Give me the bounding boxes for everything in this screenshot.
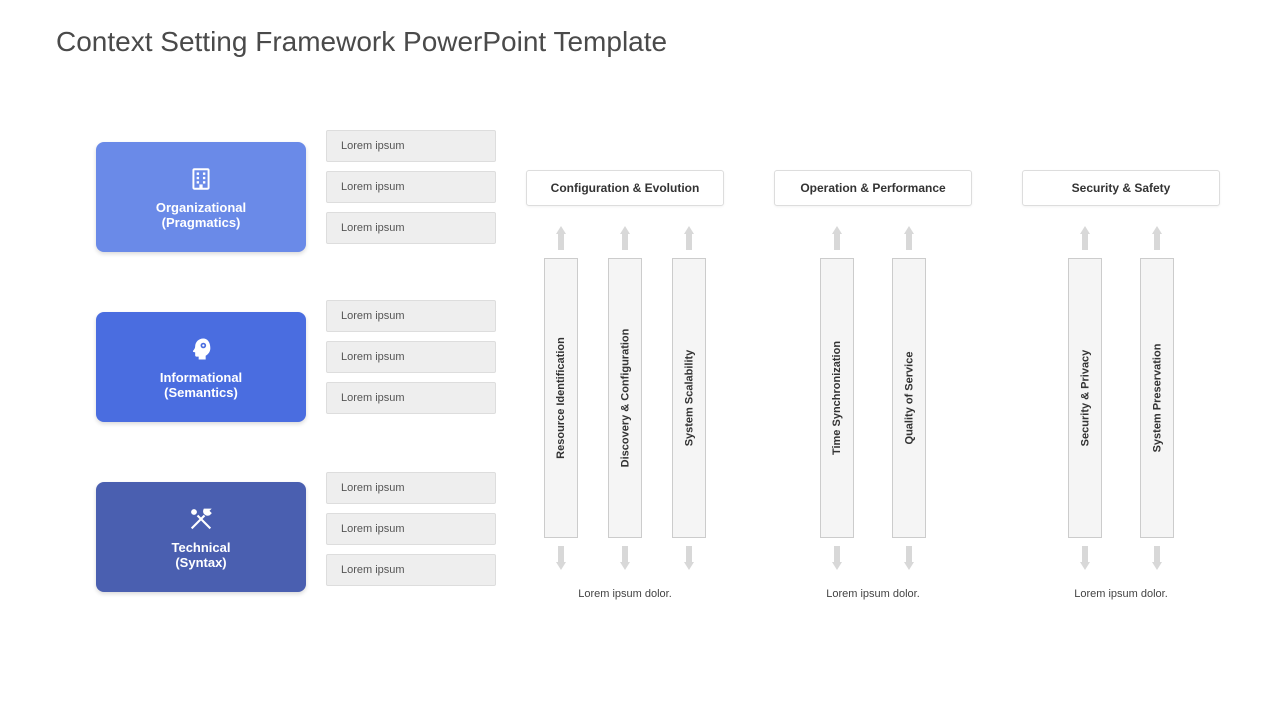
group-caption: Lorem ipsum dolor.	[826, 588, 920, 600]
group-caption: Lorem ipsum dolor.	[1074, 588, 1168, 600]
concern-groups: Configuration & Evolution Resource Ident…	[526, 170, 1220, 600]
column-label: System Preservation	[1151, 344, 1163, 453]
bullet-item: Lorem ipsum	[326, 212, 496, 244]
layer-card-informational: Informational (Semantics)	[96, 312, 306, 422]
bullet-item: Lorem ipsum	[326, 341, 496, 373]
bullet-item: Lorem ipsum	[326, 130, 496, 162]
layer-name: Informational	[160, 370, 242, 385]
column: Time Synchronization	[820, 226, 854, 570]
column-label: Security & Privacy	[1079, 350, 1091, 447]
column: Security & Privacy	[1068, 226, 1102, 570]
layer-name: Organizational	[156, 200, 246, 215]
group-security: Security & Safety Security & Privacy Sys…	[1022, 170, 1220, 600]
bullet-item: Lorem ipsum	[326, 300, 496, 332]
column: System Preservation	[1140, 226, 1174, 570]
bullets-technical: Lorem ipsum Lorem ipsum Lorem ipsum	[326, 472, 496, 595]
layer-card-technical: Technical (Syntax)	[96, 482, 306, 592]
arrow-down-icon	[556, 562, 566, 570]
column-label: System Scalability	[683, 350, 695, 447]
group-caption: Lorem ipsum dolor.	[578, 588, 672, 600]
arrow-down-icon	[620, 562, 630, 570]
column: Discovery & Configuration	[608, 226, 642, 570]
layer-card-organizational: Organizational (Pragmatics)	[96, 142, 306, 252]
group-operation: Operation & Performance Time Synchroniza…	[774, 170, 972, 600]
layer-name: Technical	[171, 540, 230, 555]
group-header: Security & Safety	[1022, 170, 1220, 206]
group-header: Operation & Performance	[774, 170, 972, 206]
column-label: Discovery & Configuration	[619, 329, 631, 468]
arrow-down-icon	[904, 562, 914, 570]
bullet-item: Lorem ipsum	[326, 171, 496, 203]
column: Quality of Service	[892, 226, 926, 570]
building-icon	[186, 164, 216, 194]
column: Resource Identification	[544, 226, 578, 570]
column-label: Resource Identification	[555, 337, 567, 459]
arrow-down-icon	[684, 562, 694, 570]
bullets-organizational: Lorem ipsum Lorem ipsum Lorem ipsum	[326, 130, 496, 253]
bullet-item: Lorem ipsum	[326, 554, 496, 586]
column-label: Quality of Service	[903, 352, 915, 445]
group-header: Configuration & Evolution	[526, 170, 724, 206]
bullet-item: Lorem ipsum	[326, 472, 496, 504]
tools-icon	[186, 504, 216, 534]
column-label: Time Synchronization	[831, 341, 843, 455]
group-configuration: Configuration & Evolution Resource Ident…	[526, 170, 724, 600]
layer-sub: (Pragmatics)	[162, 215, 241, 230]
layer-sub: (Semantics)	[164, 385, 238, 400]
arrow-down-icon	[1080, 562, 1090, 570]
arrow-down-icon	[1152, 562, 1162, 570]
head-gear-icon	[186, 334, 216, 364]
bullets-informational: Lorem ipsum Lorem ipsum Lorem ipsum	[326, 300, 496, 423]
arrow-down-icon	[832, 562, 842, 570]
page-title: Context Setting Framework PowerPoint Tem…	[56, 26, 667, 58]
layer-sub: (Syntax)	[175, 555, 226, 570]
bullet-item: Lorem ipsum	[326, 513, 496, 545]
bullet-item: Lorem ipsum	[326, 382, 496, 414]
column: System Scalability	[672, 226, 706, 570]
